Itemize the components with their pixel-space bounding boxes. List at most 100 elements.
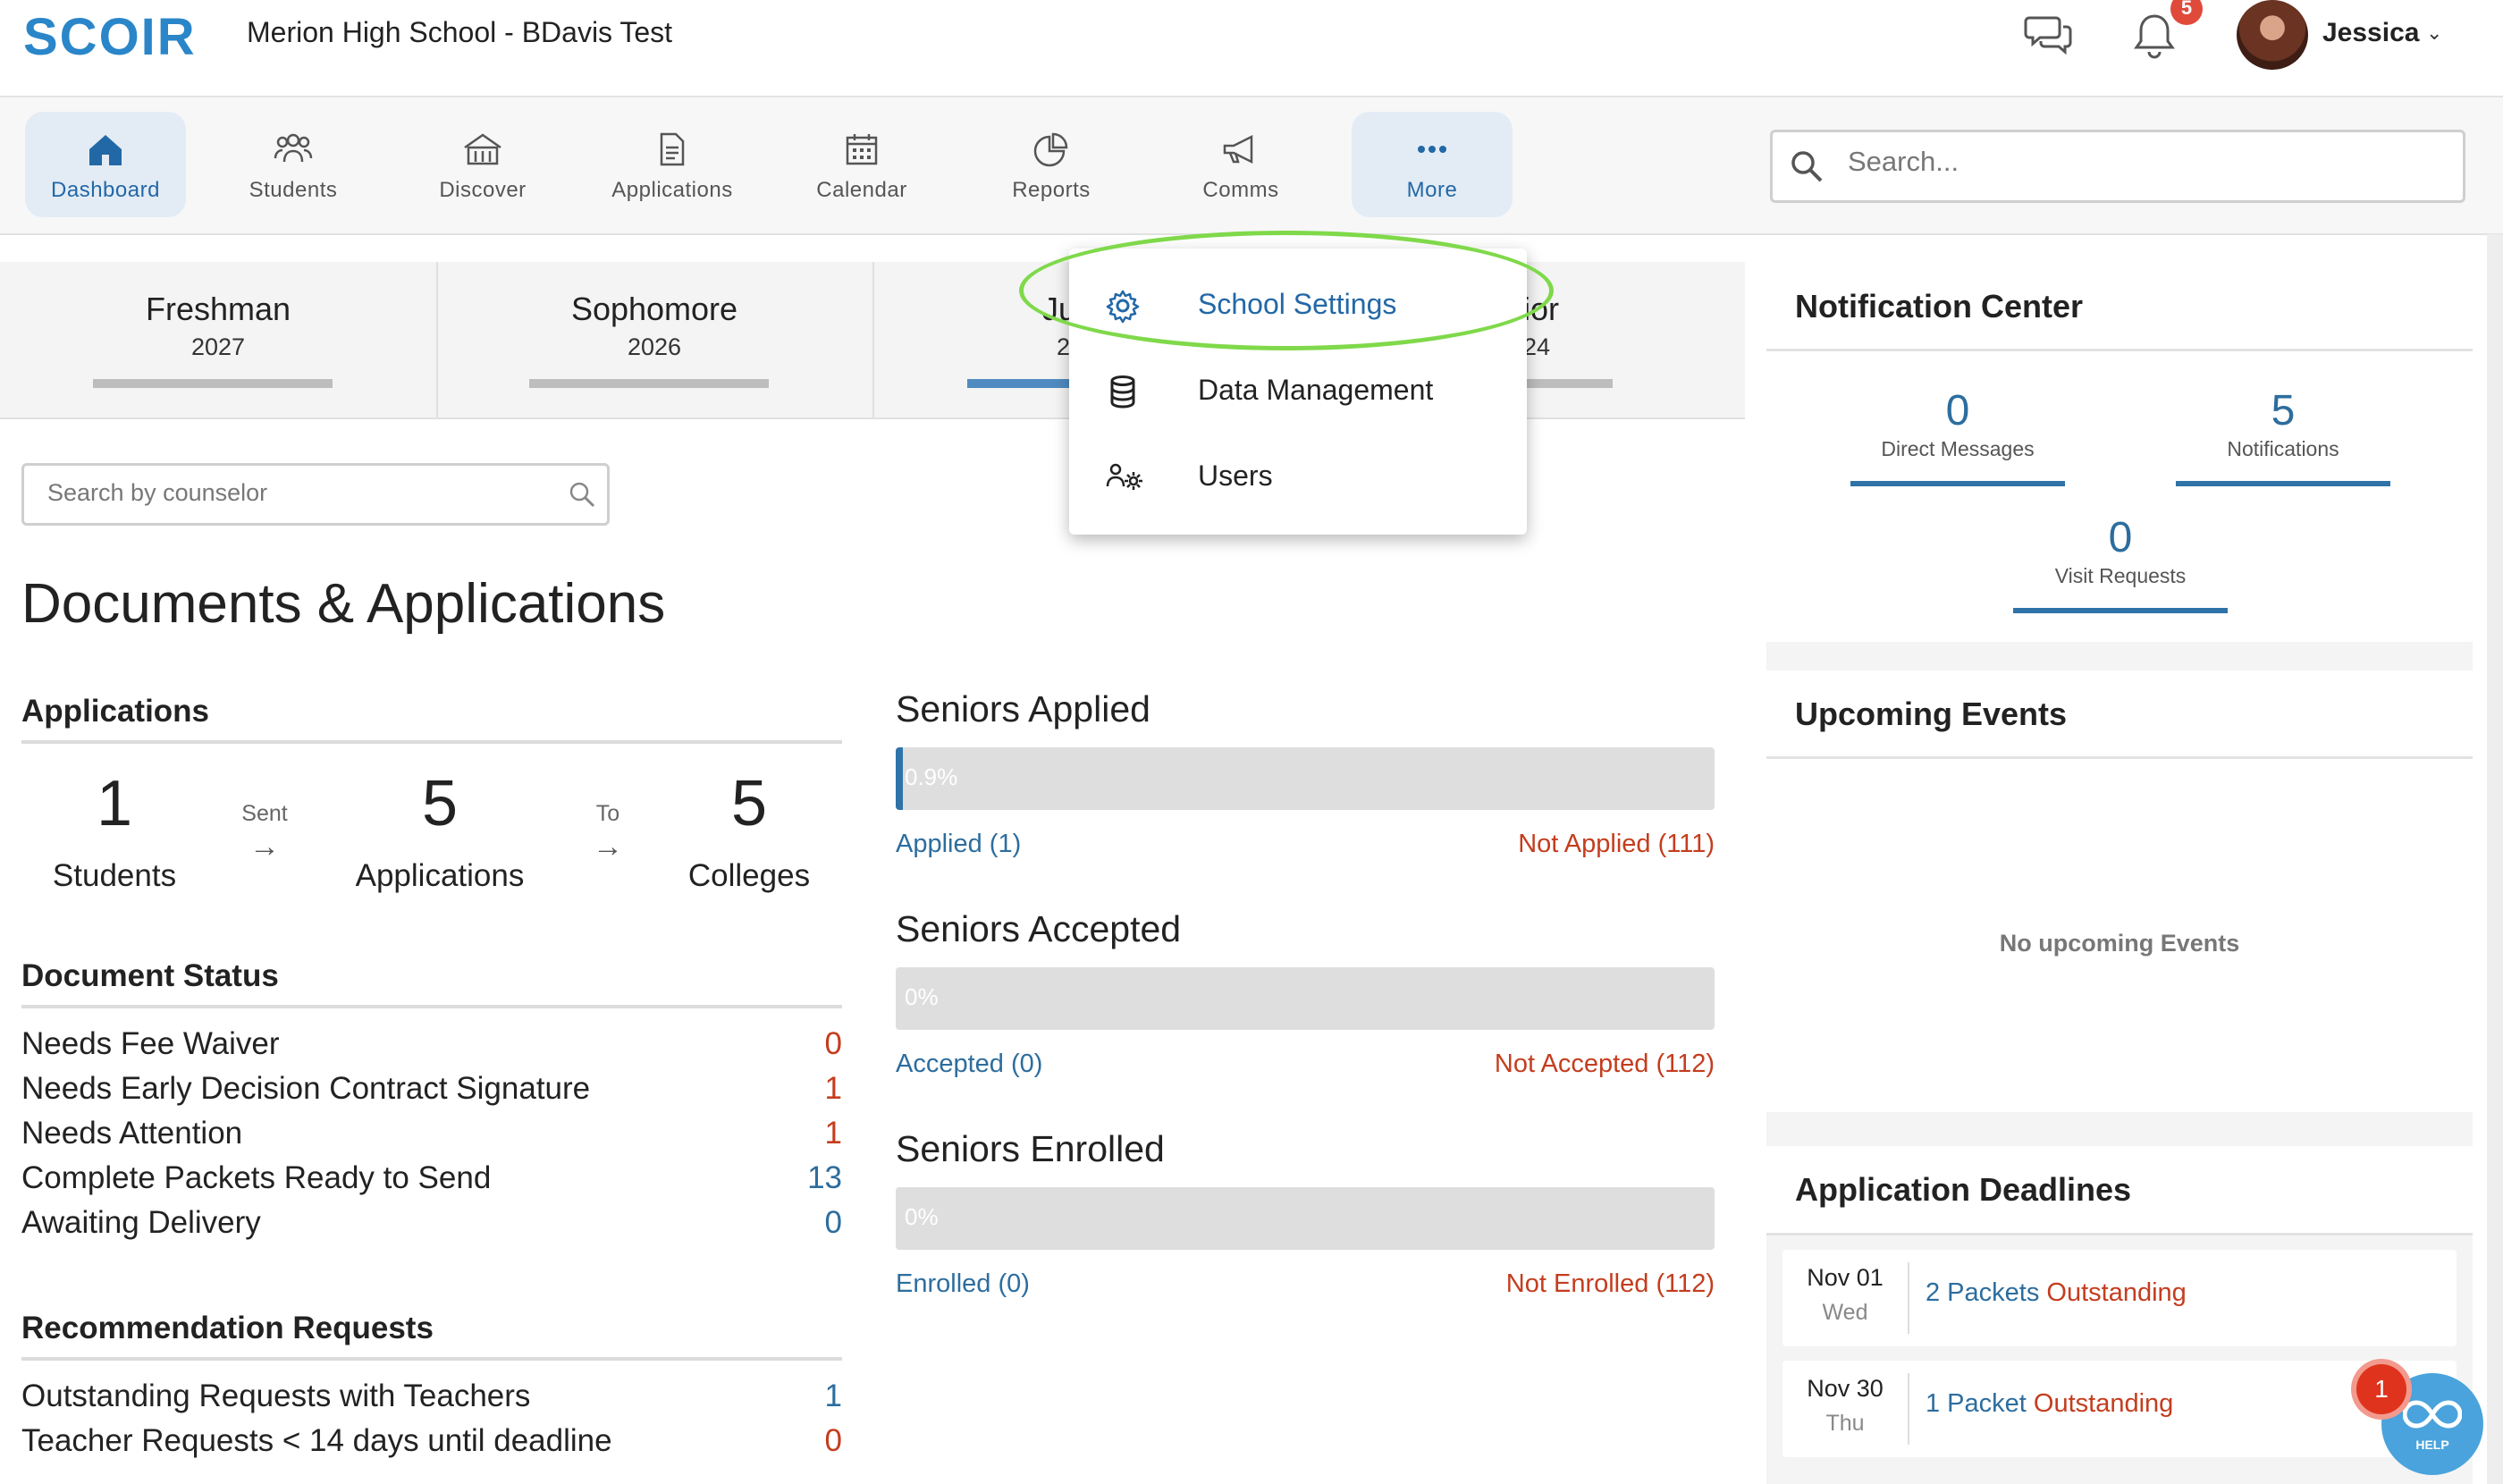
seniors-positive-link[interactable]: Accepted (0) (896, 1050, 1042, 1079)
deadline-summary[interactable]: 2 Packets Outstanding (1926, 1278, 2187, 1308)
seniors-title: Seniors Accepted (896, 908, 1182, 949)
status-count[interactable]: 0 (825, 1026, 842, 1062)
status-count[interactable]: 1 (825, 1379, 842, 1414)
progress-fill (896, 747, 903, 810)
scrollbar[interactable] (2487, 234, 2503, 1484)
notifications-count: 5 (2271, 387, 2296, 434)
application-deadlines-title: Application Deadlines (1795, 1171, 2132, 1208)
document-status-row[interactable]: Needs Attention 1 (21, 1116, 842, 1160)
chevron-down-icon[interactable]: ⌄ (2426, 21, 2442, 45)
right-sidebar: Notification Center 0 Direct Messages 5 … (1766, 261, 2473, 1484)
seniors-positive-link[interactable]: Enrolled (0) (896, 1269, 1030, 1299)
document-status-row[interactable]: Awaiting Delivery 0 (21, 1205, 842, 1250)
nav-comms[interactable]: Comms (1160, 112, 1321, 217)
class-progress-bar (529, 379, 769, 388)
class-name: Sophomore (570, 291, 738, 327)
status-label: Needs Attention (21, 1116, 243, 1151)
progress-percent: 0.9% (905, 763, 958, 790)
seniors-title: Seniors Applied (896, 688, 1150, 729)
progress-percent: 0% (905, 1203, 939, 1230)
divider (1908, 1262, 1909, 1334)
recommendation-row[interactable]: Outstanding Requests with Teachers 1 (21, 1379, 842, 1423)
deadline-day: Thu (1825, 1411, 1865, 1436)
seniors-negative-link[interactable]: Not Applied (111) (1518, 830, 1715, 859)
search-input[interactable] (1846, 145, 2422, 179)
students-label: Students (52, 858, 177, 893)
help-label: HELP (2415, 1438, 2449, 1452)
visit-requests-count: 0 (2108, 514, 2133, 561)
nav-more[interactable]: More (1352, 112, 1513, 217)
bell-icon[interactable] (2131, 11, 2178, 65)
deadline-row[interactable]: Nov 30 Thu 1 Packet Outstanding (1782, 1361, 2457, 1457)
nav-discover[interactable]: Discover (402, 112, 563, 217)
seniors-negative-link[interactable]: Not Enrolled (112) (1506, 1269, 1715, 1299)
document-status-heading: Document Status (21, 958, 279, 993)
seniors-positive-link[interactable]: Applied (1) (896, 830, 1021, 859)
menu-item-label: Data Management (1198, 374, 1434, 406)
global-search[interactable] (1770, 130, 2465, 203)
user-name[interactable]: Jessica (2322, 18, 2419, 48)
status-label: Complete Packets Ready to Send (21, 1160, 492, 1195)
divider (1766, 1233, 2473, 1235)
status-count[interactable]: 0 (825, 1423, 842, 1459)
direct-messages-stat[interactable]: 0 Direct Messages (1850, 386, 2065, 461)
deadline-date: Nov 01 (1807, 1264, 1884, 1291)
packet-status: Outstanding (2046, 1278, 2187, 1307)
counselor-search[interactable] (21, 463, 610, 526)
divider (1908, 1373, 1909, 1445)
scoir-logo[interactable]: SCOIR (23, 7, 197, 67)
database-icon (1110, 375, 1135, 409)
class-tab-freshman[interactable]: Freshman 2027 (0, 262, 438, 417)
packet-count: 1 Packet (1926, 1389, 2027, 1418)
nav-calendar[interactable]: Calendar (781, 112, 942, 217)
deadline-day: Wed (1822, 1300, 1868, 1325)
discover-icon (464, 133, 501, 165)
deadline-row[interactable]: Nov 01 Wed 2 Packets Outstanding (1782, 1250, 2457, 1346)
avatar[interactable] (2237, 0, 2308, 70)
status-count[interactable]: 13 (807, 1160, 842, 1196)
class-tab-sophomore[interactable]: Sophomore 2026 (436, 262, 874, 417)
menu-item-users[interactable]: Users (1069, 436, 1527, 517)
status-count[interactable]: 1 (825, 1071, 842, 1107)
document-status-row[interactable]: Complete Packets Ready to Send 13 (21, 1160, 842, 1205)
notifications-label: Notifications (2227, 437, 2339, 460)
counselor-search-input[interactable] (46, 478, 550, 508)
nav-reports[interactable]: Reports (971, 112, 1132, 217)
packet-status: Outstanding (2033, 1389, 2174, 1418)
sent-label: Sent (241, 801, 288, 826)
nav-label: Comms (1202, 178, 1279, 202)
status-count[interactable]: 0 (825, 1205, 842, 1241)
notifications-stat[interactable]: 5 Notifications (2176, 386, 2390, 461)
document-status-row[interactable]: Needs Early Decision Contract Signature 1 (21, 1071, 842, 1116)
recommendation-requests-heading: Recommendation Requests (21, 1311, 434, 1345)
calendar-icon (846, 134, 878, 165)
deadline-summary[interactable]: 1 Packet Outstanding (1926, 1389, 2173, 1419)
nav-students[interactable]: Students (213, 112, 374, 217)
status-label: Teacher Requests < 14 days until deadlin… (21, 1423, 612, 1458)
more-dots-icon (1418, 146, 1446, 153)
colleges-count: 5 (730, 768, 768, 839)
menu-item-data-management[interactable]: Data Management (1069, 350, 1527, 431)
seniors-negative-link[interactable]: Not Accepted (112) (1495, 1050, 1715, 1079)
nav-dashboard[interactable]: Dashboard (25, 112, 186, 217)
chat-icon[interactable] (2024, 13, 2074, 60)
top-bar: SCOIR Merion High School - BDavis Test 5… (0, 0, 2503, 97)
nav-label: Applications (611, 178, 733, 202)
document-status-row[interactable]: Needs Fee Waiver 0 (21, 1026, 842, 1071)
seniors-progress-bar: 0% (896, 1187, 1715, 1250)
school-title: Merion High School - BDavis Test (247, 16, 673, 48)
users-gear-icon (1106, 463, 1142, 490)
divider (1766, 349, 2473, 351)
nav-label: More (1406, 178, 1458, 202)
direct-messages-label: Direct Messages (1881, 437, 2035, 460)
page-title: Documents & Applications (21, 573, 666, 635)
visit-requests-stat[interactable]: 0 Visit Requests (2013, 513, 2228, 588)
class-year: 24 (1523, 333, 1551, 360)
visit-requests-label: Visit Requests (2054, 564, 2187, 587)
stat-underline (2013, 608, 2228, 613)
status-count[interactable]: 1 (825, 1116, 842, 1151)
status-label: Awaiting Delivery (21, 1205, 261, 1240)
nav-applications[interactable]: Applications (592, 112, 753, 217)
recommendation-row[interactable]: Teacher Requests < 14 days until deadlin… (21, 1423, 842, 1468)
to-label: To (595, 801, 620, 826)
